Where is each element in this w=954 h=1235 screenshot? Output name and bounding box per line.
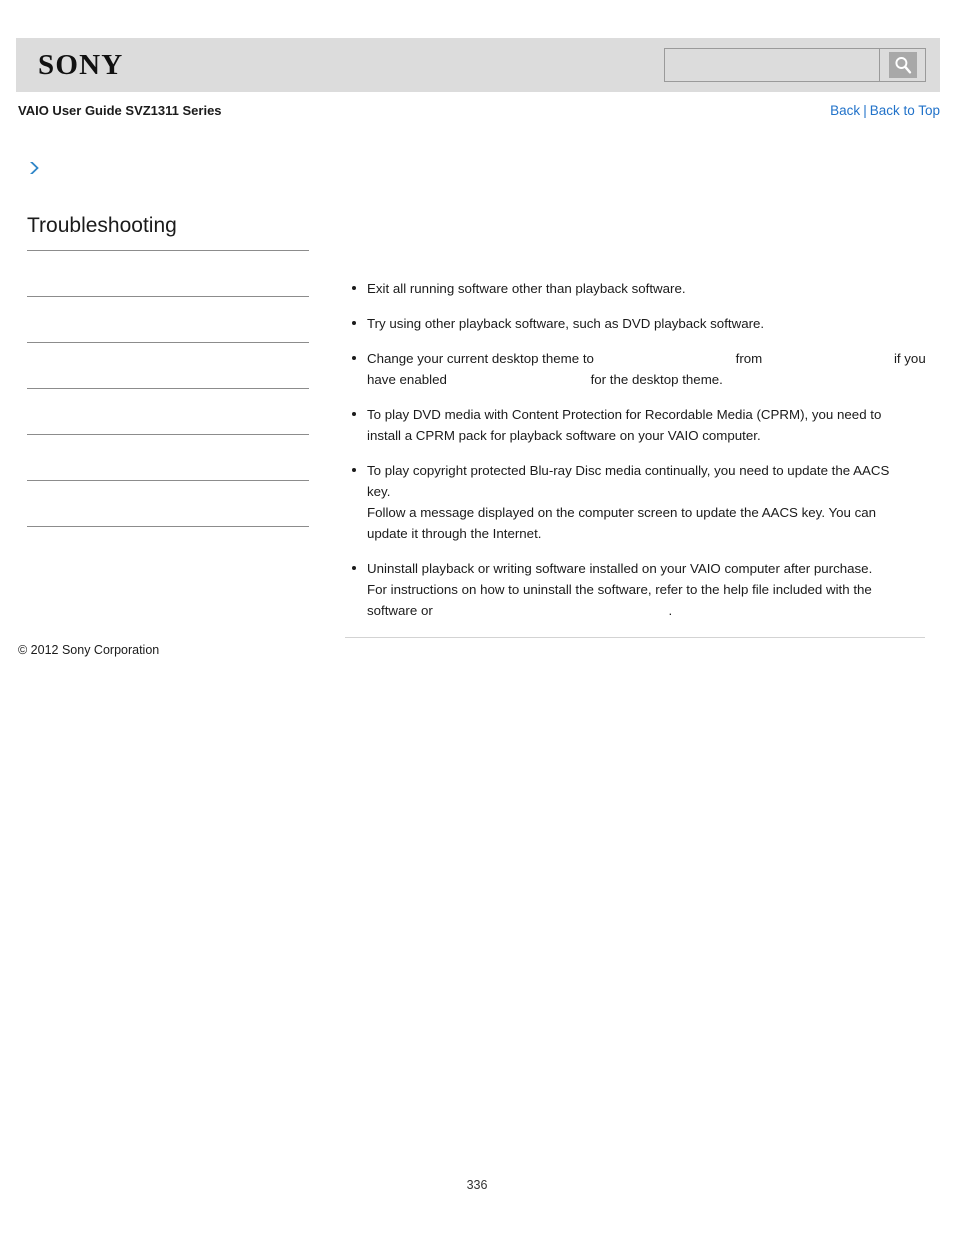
bullet-text: if you bbox=[893, 351, 926, 366]
bullet-text: Follow a message displayed on the comput… bbox=[367, 505, 877, 520]
bullet-text: . bbox=[668, 603, 673, 618]
bullet-text: Uninstall playback or writing software i… bbox=[367, 561, 873, 576]
search-input[interactable] bbox=[665, 49, 879, 81]
troubleshooting-bullet-list: Exit all running software other than pla… bbox=[345, 278, 927, 621]
bullet-text: for the desktop theme. bbox=[590, 372, 723, 387]
bullet-item: To play DVD media with Content Protectio… bbox=[345, 404, 927, 446]
chevron-right-icon[interactable] bbox=[27, 160, 43, 176]
content-divider bbox=[345, 637, 925, 638]
sidebar-item[interactable] bbox=[27, 343, 309, 389]
bullet-line: For instructions on how to uninstall the… bbox=[367, 579, 927, 600]
sidebar-item[interactable] bbox=[27, 435, 309, 481]
bullet-text: have enabled bbox=[367, 372, 447, 387]
bullet-text: key. bbox=[367, 484, 391, 499]
bullet-text: software or bbox=[367, 603, 433, 618]
bullet-line: have enabled for the desktop theme. bbox=[367, 369, 927, 390]
bullet-line: update it through the Internet. bbox=[367, 523, 927, 544]
bullet-item: Try using other playback software, such … bbox=[345, 313, 927, 334]
bullet-line: Try using other playback software, such … bbox=[367, 313, 927, 334]
bullet-text: Change your current desktop theme to bbox=[367, 351, 594, 366]
bullet-text: from bbox=[735, 351, 763, 366]
search-box[interactable] bbox=[664, 48, 926, 82]
bullet-text: Try using other playback software, such … bbox=[367, 316, 765, 331]
search-button[interactable] bbox=[879, 49, 925, 81]
bullet-line: To play DVD media with Content Protectio… bbox=[367, 404, 927, 425]
bullet-item: Exit all running software other than pla… bbox=[345, 278, 927, 299]
search-icon bbox=[888, 52, 917, 78]
document-title: VAIO User Guide SVZ1311 Series bbox=[18, 103, 222, 118]
sidebar: Troubleshooting bbox=[27, 160, 309, 527]
back-to-top-link[interactable]: Back to Top bbox=[870, 103, 940, 118]
copyright-notice: © 2012 Sony Corporation bbox=[18, 643, 160, 657]
bullet-item: Change your current desktop theme to fro… bbox=[345, 348, 927, 390]
sidebar-item[interactable] bbox=[27, 481, 309, 527]
bullet-text: Exit all running software other than pla… bbox=[367, 281, 686, 296]
sidebar-item[interactable] bbox=[27, 251, 309, 297]
bullet-line: key. bbox=[367, 481, 927, 502]
bullet-line: To play copyright protected Blu-ray Disc… bbox=[367, 460, 927, 481]
bullet-text: To play copyright protected Blu-ray Disc… bbox=[367, 463, 890, 478]
site-header: SONY bbox=[16, 38, 940, 92]
sony-logo: SONY bbox=[38, 49, 124, 81]
back-link[interactable]: Back bbox=[830, 103, 860, 118]
sidebar-item[interactable] bbox=[27, 297, 309, 343]
bullet-line: Exit all running software other than pla… bbox=[367, 278, 927, 299]
bullet-line: Follow a message displayed on the comput… bbox=[367, 502, 927, 523]
sidebar-nav-list bbox=[27, 250, 309, 527]
bullet-text: install a CPRM pack for playback softwar… bbox=[367, 428, 761, 443]
breadcrumb-separator: | bbox=[863, 103, 867, 118]
bullet-line: install a CPRM pack for playback softwar… bbox=[367, 425, 927, 446]
bullet-item: Uninstall playback or writing software i… bbox=[345, 558, 927, 621]
bullet-text: To play DVD media with Content Protectio… bbox=[367, 407, 882, 422]
bullet-line: software or . bbox=[367, 600, 927, 621]
bullet-text: update it through the Internet. bbox=[367, 526, 542, 541]
main-content: Exit all running software other than pla… bbox=[345, 278, 927, 638]
breadcrumb: Back | Back to Top bbox=[830, 102, 940, 119]
page-title: Troubleshooting bbox=[27, 214, 177, 237]
page-number: 336 bbox=[466, 1178, 488, 1192]
sidebar-item[interactable] bbox=[27, 389, 309, 435]
bullet-line: Uninstall playback or writing software i… bbox=[367, 558, 927, 579]
bullet-line: Change your current desktop theme to fro… bbox=[367, 348, 927, 369]
bullet-text: For instructions on how to uninstall the… bbox=[367, 582, 872, 597]
bullet-item: To play copyright protected Blu-ray Disc… bbox=[345, 460, 927, 544]
